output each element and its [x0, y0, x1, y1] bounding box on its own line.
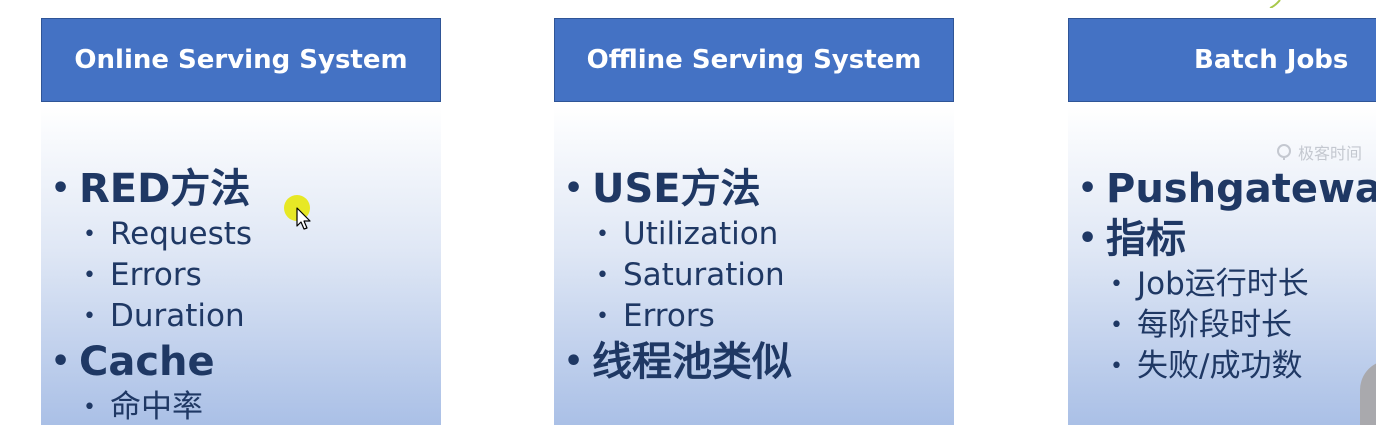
- bullet-icon: •: [1110, 272, 1123, 297]
- list-item: • 指标: [1078, 214, 1376, 264]
- panel-header: Online Serving System: [41, 18, 441, 102]
- list-item: • 失败/成功数: [1078, 346, 1376, 387]
- bullet-icon: •: [51, 171, 71, 206]
- bullet-icon: •: [83, 263, 96, 288]
- bullet-icon: •: [596, 304, 609, 329]
- list-item-text: Errors: [623, 298, 715, 334]
- list-item-text: 每阶段时长: [1137, 307, 1292, 343]
- panel-header: Offline Serving System: [554, 18, 954, 102]
- list-item-text: 指标: [1106, 216, 1186, 262]
- list-item: • RED方法: [51, 164, 252, 214]
- watermark-text: 极客时间: [1298, 144, 1363, 163]
- list-item-text: Errors: [110, 257, 202, 293]
- bullet-icon: •: [1110, 354, 1123, 379]
- bullet-icon: •: [596, 263, 609, 288]
- list-item-text: 命中率: [110, 389, 203, 425]
- slide: Online Serving System • RED方法 • Requests •…: [0, 0, 1376, 425]
- list-item: • Duration: [51, 296, 252, 337]
- list-item: • Utilization: [564, 214, 792, 255]
- list-item-text: 失败/成功数: [1137, 348, 1303, 384]
- list-item: • 每阶段时长: [1078, 305, 1376, 346]
- bullet-icon: •: [1078, 171, 1098, 206]
- list-item: • Errors: [51, 255, 252, 296]
- bullet-icon: •: [1110, 313, 1123, 338]
- bullet-icon: •: [83, 304, 96, 329]
- list-item: • Errors: [564, 296, 792, 337]
- bullet-icon: •: [564, 344, 584, 379]
- list-item-text: RED方法: [79, 166, 251, 212]
- bullet-icon: •: [51, 344, 71, 379]
- list-item-text: Saturation: [623, 257, 785, 293]
- bullet-list: • USE方法 • Utilization • Saturation • Errors …: [564, 164, 792, 387]
- watermark: 极客时间: [1276, 140, 1362, 164]
- panel-online-serving: Online Serving System • RED方法 • Requests •…: [41, 18, 441, 425]
- list-item-text: Cache: [79, 339, 215, 385]
- list-item-text: Duration: [110, 298, 245, 334]
- list-item: • 命中率: [51, 387, 252, 425]
- panel-header: Batch Jobs: [1068, 18, 1376, 102]
- bullet-icon: •: [564, 171, 584, 206]
- list-item-text: Pushgateway: [1106, 166, 1376, 212]
- list-item: • 线程池类似: [564, 337, 792, 387]
- panel-batch-jobs: Batch Jobs •Pushgateway •指标 •Job运行时长 •每阶…: [1068, 18, 1376, 425]
- list-item: • Requests: [51, 214, 252, 255]
- list-item: • Job运行时长: [1078, 264, 1376, 305]
- mouse-pointer-icon: [296, 207, 311, 230]
- bullet-icon: •: [1078, 221, 1098, 256]
- panel-body: • RED方法 • Requests • Errors • Duration • Cach…: [41, 106, 441, 425]
- list-item-text: Requests: [110, 216, 253, 252]
- list-item: •Pushgateway: [1078, 164, 1376, 214]
- panel-body: • USE方法 • Utilization • Saturation • Errors …: [554, 106, 954, 425]
- list-item-text: Job运行时长: [1137, 266, 1309, 302]
- panel-offline-serving: Offline Serving System • USE方法 • Utilizati…: [554, 18, 954, 425]
- bullet-icon: •: [83, 395, 96, 420]
- bullet-icon: •: [596, 222, 609, 247]
- list-item-text: USE方法: [592, 166, 761, 212]
- decorative-leaf-icon: [1269, 0, 1281, 8]
- bullet-list: • RED方法 • Requests • Errors • Duration • Cach…: [51, 164, 252, 425]
- list-item: • Cache: [51, 337, 252, 387]
- list-item-text: 线程池类似: [592, 339, 792, 385]
- list-item: • Saturation: [564, 255, 792, 296]
- bullet-list: •Pushgateway •指标 •Job运行时长 •每阶段时长 •失败/成功数: [1078, 164, 1376, 387]
- bullet-icon: •: [83, 222, 96, 247]
- geektime-logo-icon: [1277, 144, 1291, 160]
- list-item-text: Utilization: [623, 216, 779, 252]
- list-item: • USE方法: [564, 164, 792, 214]
